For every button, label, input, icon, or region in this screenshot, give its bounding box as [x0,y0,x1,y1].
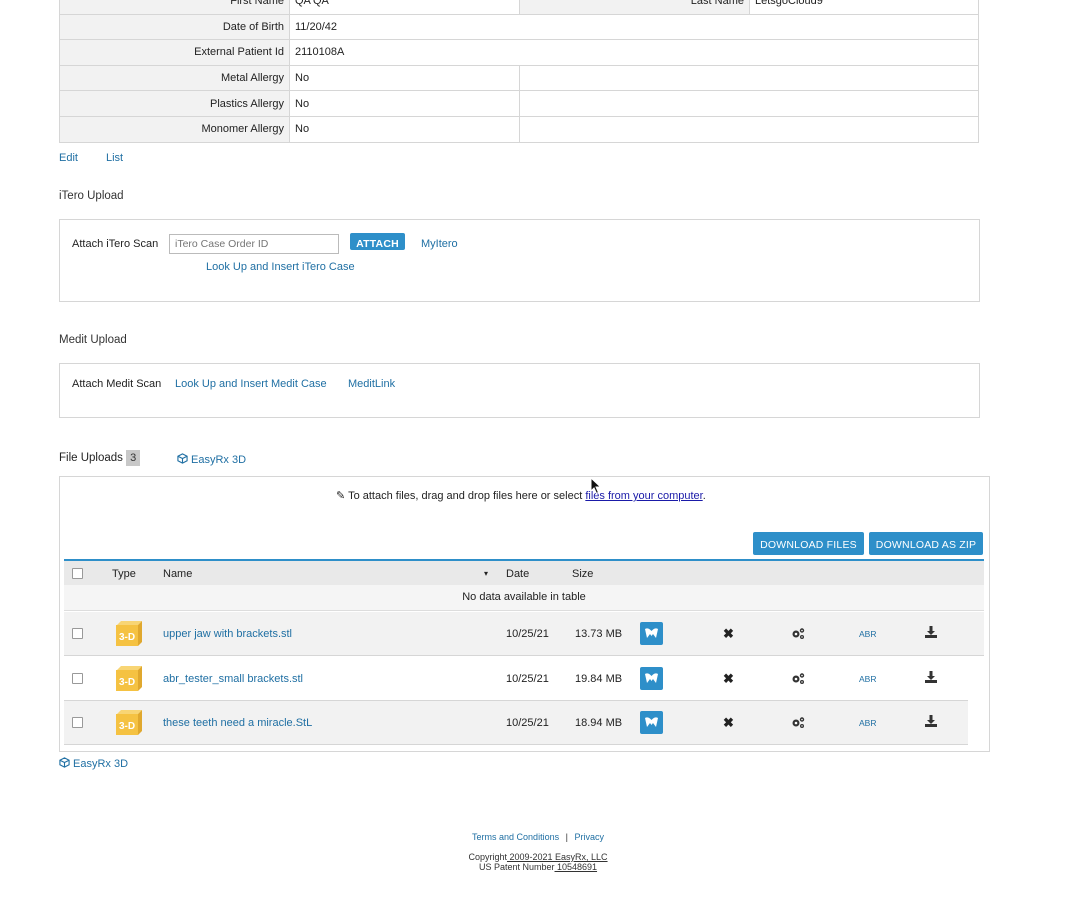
file-name-link[interactable]: upper jaw with brackets.stl [163,628,292,640]
plastics-allergy-label: Plastics Allergy [59,90,290,117]
download-icon[interactable] [925,671,937,683]
file-count-badge: 3 [126,450,141,466]
download-files-button[interactable]: DOWNLOAD FILES [753,532,864,555]
cube-icon [59,757,70,768]
teeth-viewer-icon [645,628,658,638]
svg-text:3-D: 3-D [119,632,135,643]
first-name-value: QA'QA [289,0,520,15]
file-size: 13.73 MB [575,628,623,640]
first-name-label: First Name [59,0,290,15]
dob-value: 11/20/42 [289,13,979,41]
abr-link[interactable]: ABR [859,629,876,639]
file-row: 3-D abr_tester_small brackets.stl 10/25/21… [64,657,968,701]
patient-info-table: First Name QA'QA Last Name LetsgoCloud9 … [59,0,979,143]
file-name-link[interactable]: these teeth need a miracle.StL [163,717,312,729]
itero-attach-button[interactable]: ATTACH [350,233,405,250]
col-date[interactable]: Date [506,568,529,580]
file-date: 10/25/21 [506,717,549,729]
files-from-computer-link[interactable]: files from your computer [585,490,702,502]
paperclip-icon: ✎ [336,490,346,502]
download-icon[interactable] [925,715,937,727]
gears-icon[interactable] [791,627,805,640]
metal-allergy-label: Metal Allergy [59,64,290,92]
last-name-value: LetsgoCloud9 [749,0,979,15]
footer-copyright: Copyright 2009-2021 EasyRx, LLC US Paten… [468,852,608,872]
teeth-viewer-icon [645,717,658,727]
download-zip-button[interactable]: DOWNLOAD AS ZIP [869,532,983,555]
sort-desc-icon: ▾ [484,569,489,578]
easyrx3d-bottom-link[interactable]: EasyRx 3D [59,757,128,770]
itero-case-order-input[interactable] [169,234,339,254]
download-icon[interactable] [925,626,937,638]
attach-medit-label: Attach Medit Scan [72,378,162,390]
edit-link[interactable]: Edit [59,152,78,164]
file-name-link[interactable]: abr_tester_small brackets.stl [163,673,303,685]
row-checkbox[interactable] [72,717,83,728]
terms-link[interactable]: Terms and Conditions [472,832,559,842]
file-date: 10/25/21 [506,628,549,640]
3d-file-icon: 3-D [116,666,142,691]
monomer-allergy-value: No [289,115,520,143]
teeth-viewer-icon [645,673,658,683]
medit-lookup-link[interactable]: Look Up and Insert Medit Case [175,378,327,390]
privacy-link[interactable]: Privacy [574,832,604,842]
meditlink-link[interactable]: MeditLink [348,378,395,390]
col-name[interactable]: Name [163,568,192,580]
drop-zone-text[interactable]: ✎ To attach files, drag and drop files h… [336,489,706,502]
3d-file-icon: 3-D [116,710,142,735]
files-table-header: Type Name ▾ Date Size [64,559,984,585]
external-id-label: External Patient Id [59,39,290,66]
file-size: 19.84 MB [575,673,623,685]
external-id-value: 2110108A [289,39,979,66]
attach-itero-label: Attach iTero Scan [72,238,159,250]
gears-icon[interactable] [791,672,805,685]
row-checkbox[interactable] [72,673,83,684]
cube-icon [177,453,188,464]
dob-label: Date of Birth [59,13,290,41]
plastics-allergy-value: No [289,90,520,117]
list-link[interactable]: List [106,152,123,164]
viewer-button[interactable] [640,667,663,690]
medit-panel: Attach Medit Scan Look Up and Insert Med… [59,363,980,418]
delete-icon[interactable]: ✖ [723,671,734,687]
itero-panel: Attach iTero Scan ATTACH MyItero Look Up… [59,219,980,302]
svg-text:3-D: 3-D [119,677,135,688]
abr-link[interactable]: ABR [859,674,876,684]
mouse-cursor-icon [590,477,602,495]
delete-icon[interactable]: ✖ [723,626,734,642]
medit-section-title: Medit Upload [59,334,127,346]
file-date: 10/25/21 [506,673,549,685]
gears-icon[interactable] [791,716,805,729]
easyrx3d-link[interactable]: EasyRx 3D [177,453,246,466]
viewer-button[interactable] [640,711,663,734]
abr-link[interactable]: ABR [859,718,876,728]
monomer-allergy-label: Monomer Allergy [59,115,290,143]
last-name-label: Last Name [519,0,750,15]
itero-section-title: iTero Upload [59,190,124,202]
itero-lookup-link[interactable]: Look Up and Insert iTero Case [206,261,355,273]
viewer-button[interactable] [640,622,663,645]
svg-text:3-D: 3-D [119,721,135,732]
select-all-checkbox[interactable] [72,568,83,579]
col-type[interactable]: Type [112,568,136,580]
file-uploads-title: File Uploads 3 [59,450,141,466]
footer-links: Terms and Conditions | Privacy [472,832,604,842]
3d-file-icon: 3-D [116,621,142,646]
col-size[interactable]: Size [572,568,593,580]
file-row: 3-D these teeth need a miracle.StL 10/25/2… [64,701,968,745]
myitero-link[interactable]: MyItero [421,238,458,250]
delete-icon[interactable]: ✖ [723,715,734,731]
file-size: 18.94 MB [575,717,623,729]
metal-allergy-value: No [289,64,520,92]
no-data-row: No data available in table [64,585,984,611]
file-row: 3-D upper jaw with brackets.stl 10/25/21 13… [64,612,984,656]
row-checkbox[interactable] [72,628,83,639]
